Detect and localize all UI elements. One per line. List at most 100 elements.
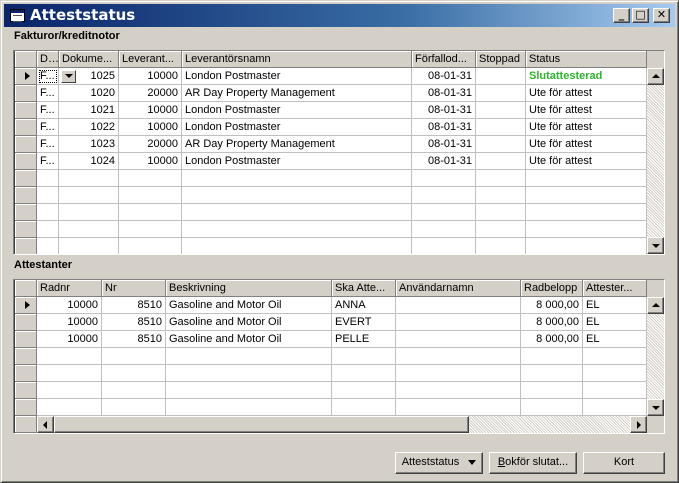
cell-no[interactable] [102, 348, 166, 365]
col-header[interactable]: Radnr [37, 280, 102, 297]
cell-vendor-no[interactable]: 10000 [119, 153, 182, 170]
row-selector[interactable] [15, 399, 37, 416]
cell-status[interactable] [526, 238, 647, 254]
cell-att[interactable] [583, 365, 647, 382]
cell-vendor-no[interactable]: 10000 [119, 102, 182, 119]
row-selector[interactable] [15, 68, 37, 85]
cell-vendor-no[interactable] [119, 204, 182, 221]
cell-status[interactable]: Ute för attest [526, 119, 647, 136]
cell-due[interactable]: 08-01-31 [412, 68, 476, 85]
cell-att[interactable] [583, 348, 647, 365]
cell-vendor-no[interactable]: 20000 [119, 136, 182, 153]
cell-no[interactable]: 8510 [102, 331, 166, 348]
cell-amount[interactable] [521, 382, 583, 399]
cell-status[interactable]: Ute för attest [526, 85, 647, 102]
cell-desc[interactable]: Gasoline and Motor Oil [166, 314, 332, 331]
cell-vendor-name[interactable]: London Postmaster [182, 102, 412, 119]
cell-no[interactable] [102, 382, 166, 399]
row-selector[interactable] [15, 382, 37, 399]
cell-line[interactable]: 10000 [37, 297, 102, 314]
cell-approver[interactable]: ANNA [332, 297, 396, 314]
kort-button[interactable]: Kort [583, 452, 665, 474]
cell-no[interactable] [102, 399, 166, 416]
row-selector[interactable] [15, 153, 37, 170]
col-header[interactable]: Ska Atte... [332, 280, 396, 297]
row-selector[interactable] [15, 221, 37, 238]
cell-approver[interactable]: EVERT [332, 314, 396, 331]
cell-user[interactable] [396, 399, 521, 416]
cell-due[interactable] [412, 238, 476, 254]
hscroll-thumb[interactable] [54, 416, 469, 433]
cell-doc[interactable] [59, 170, 119, 187]
cell-d[interactable] [37, 170, 59, 187]
cell-d[interactable]: F... [37, 119, 59, 136]
row-selector[interactable] [15, 297, 37, 314]
cell-doc[interactable]: 1021 [59, 102, 119, 119]
cell-d[interactable] [37, 204, 59, 221]
cell-att[interactable]: EL [583, 297, 647, 314]
cell-desc[interactable] [166, 348, 332, 365]
row-selector[interactable] [15, 102, 37, 119]
cell-due[interactable]: 08-01-31 [412, 136, 476, 153]
lookup-dropdown-button[interactable] [61, 70, 76, 83]
cell-due[interactable] [412, 221, 476, 238]
title-bar[interactable]: Atteststatus _ □ ✕ [4, 4, 675, 27]
cell-d[interactable]: F... [37, 153, 59, 170]
col-header[interactable]: Status [526, 51, 647, 68]
cell-att[interactable] [583, 399, 647, 416]
cell-doc[interactable] [59, 204, 119, 221]
cell-d[interactable] [37, 221, 59, 238]
row-selector[interactable] [15, 348, 37, 365]
cell-status[interactable]: Ute för attest [526, 153, 647, 170]
cell-vendor-no[interactable] [119, 221, 182, 238]
cell-status[interactable] [526, 204, 647, 221]
cell-status[interactable]: Ute för attest [526, 136, 647, 153]
bokfor-slutattesterade-button[interactable]: Bokför slutat... [489, 452, 577, 474]
cell-amount[interactable] [521, 348, 583, 365]
cell-approver[interactable] [332, 399, 396, 416]
cell-doc[interactable] [59, 238, 119, 254]
col-header[interactable]: Leverantörsnamn [182, 51, 412, 68]
cell-due[interactable]: 08-01-31 [412, 102, 476, 119]
cell-vendor-name[interactable]: AR Day Property Management [182, 136, 412, 153]
cell-desc[interactable]: Gasoline and Motor Oil [166, 331, 332, 348]
cell-stopped[interactable] [476, 119, 526, 136]
cell-status[interactable] [526, 170, 647, 187]
approvers-vscroll[interactable] [647, 280, 664, 416]
cell-amount[interactable] [521, 365, 583, 382]
maximize-button[interactable]: □ [632, 8, 649, 23]
scroll-left-button[interactable] [37, 416, 54, 433]
cell-user[interactable] [396, 365, 521, 382]
approvers-hscroll[interactable] [37, 416, 647, 433]
cell-line[interactable]: 10000 [37, 314, 102, 331]
cell-amount[interactable]: 8 000,00 [521, 314, 583, 331]
cell-no[interactable] [102, 365, 166, 382]
cell-approver[interactable] [332, 348, 396, 365]
cell-stopped[interactable] [476, 68, 526, 85]
cell-vendor-name[interactable]: London Postmaster [182, 153, 412, 170]
cell-vendor-name[interactable]: London Postmaster [182, 119, 412, 136]
cell-doc[interactable]: 1023 [59, 136, 119, 153]
minimize-button[interactable]: _ [613, 8, 630, 23]
cell-doc[interactable]: 1020 [59, 85, 119, 102]
cell-desc[interactable] [166, 382, 332, 399]
scroll-up-button[interactable] [647, 68, 664, 85]
row-selector[interactable] [15, 85, 37, 102]
cell-d[interactable]: F... [37, 136, 59, 153]
col-header[interactable]: D... [37, 51, 59, 68]
cell-user[interactable] [396, 331, 521, 348]
cell-line[interactable] [37, 382, 102, 399]
cell-status[interactable]: Ute för attest [526, 102, 647, 119]
row-selector[interactable] [15, 187, 37, 204]
cell-no[interactable]: 8510 [102, 297, 166, 314]
cell-vendor-no[interactable]: 20000 [119, 85, 182, 102]
cell-desc[interactable]: Gasoline and Motor Oil [166, 297, 332, 314]
row-selector[interactable] [15, 365, 37, 382]
cell-amount[interactable]: 8 000,00 [521, 331, 583, 348]
row-selector[interactable] [15, 204, 37, 221]
cell-due[interactable] [412, 170, 476, 187]
cell-att[interactable] [583, 382, 647, 399]
scroll-down-button[interactable] [647, 399, 664, 416]
col-header[interactable]: Förfallod... [412, 51, 476, 68]
cell-doc[interactable] [59, 221, 119, 238]
